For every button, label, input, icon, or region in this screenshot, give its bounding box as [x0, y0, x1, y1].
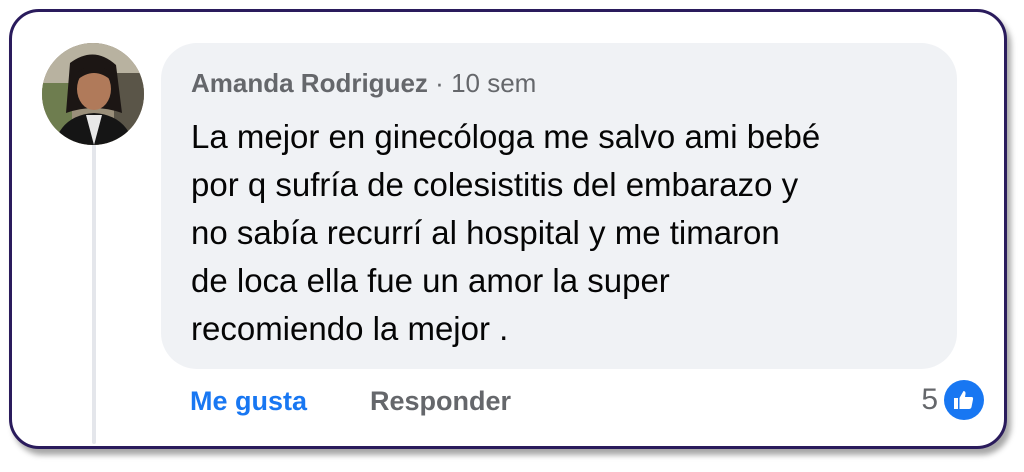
like-button[interactable]: Me gusta: [190, 386, 307, 416]
comment-actions: Me gusta Responder: [190, 383, 511, 419]
reaction-count: 5: [921, 383, 938, 416]
reply-button[interactable]: Responder: [370, 383, 511, 419]
comment-text: La mejor en ginecóloga me salvo ami bebé…: [191, 118, 821, 347]
separator-dot: ·: [435, 68, 444, 98]
comment-bubble: Amanda Rodriguez · 10 sem La mejor en gi…: [161, 43, 957, 369]
comment-header: Amanda Rodriguez · 10 sem: [191, 67, 536, 99]
comment-card: Amanda Rodriguez · 10 sem La mejor en gi…: [9, 9, 1007, 449]
thread-line: [92, 144, 96, 444]
thumbs-up-icon: [944, 380, 984, 420]
author-name[interactable]: Amanda Rodriguez: [191, 68, 428, 98]
avatar[interactable]: [42, 43, 144, 145]
reaction-summary[interactable]: 5: [921, 380, 984, 420]
avatar-photo: [42, 43, 144, 145]
comment-timestamp[interactable]: 10 sem: [451, 68, 536, 98]
